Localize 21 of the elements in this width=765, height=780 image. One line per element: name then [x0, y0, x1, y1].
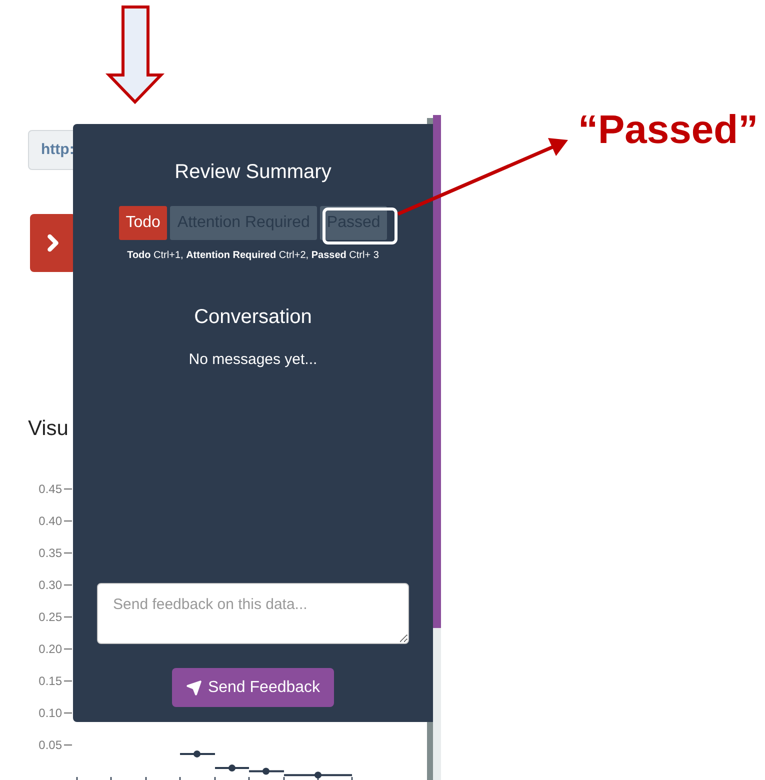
- send-feedback-button[interactable]: Send Feedback: [172, 668, 334, 707]
- section-heading: Visu: [28, 418, 70, 439]
- empty-message: No messages yet...: [188, 350, 318, 370]
- url-text: http:: [41, 140, 74, 160]
- shortcut-hint: Todo Ctrl+1, Attention Required Ctrl+2, Passed Ctrl+ 3: [127, 249, 379, 263]
- send-icon: [186, 680, 202, 696]
- y-tick: 0.15: [38, 674, 72, 688]
- status-tab[interactable]: Todo: [118, 206, 168, 240]
- y-tick: 0.25: [38, 610, 72, 624]
- y-tick: 0.05: [38, 738, 72, 752]
- y-tick: 0.20: [38, 642, 72, 656]
- y-tick: 0.40: [38, 514, 72, 528]
- callout-label: “Passed”: [578, 107, 758, 154]
- feedback-field[interactable]: Send feedback on this data...: [97, 583, 409, 644]
- expand-button[interactable]: [30, 214, 76, 272]
- y-tick: 0.10: [38, 706, 72, 720]
- y-tick: 0.30: [38, 578, 72, 592]
- conversation-title: Conversation: [194, 305, 312, 329]
- y-tick: 0.45: [38, 482, 72, 496]
- y-tick: 0.35: [38, 546, 72, 560]
- panel-title: Review Summary: [174, 160, 332, 184]
